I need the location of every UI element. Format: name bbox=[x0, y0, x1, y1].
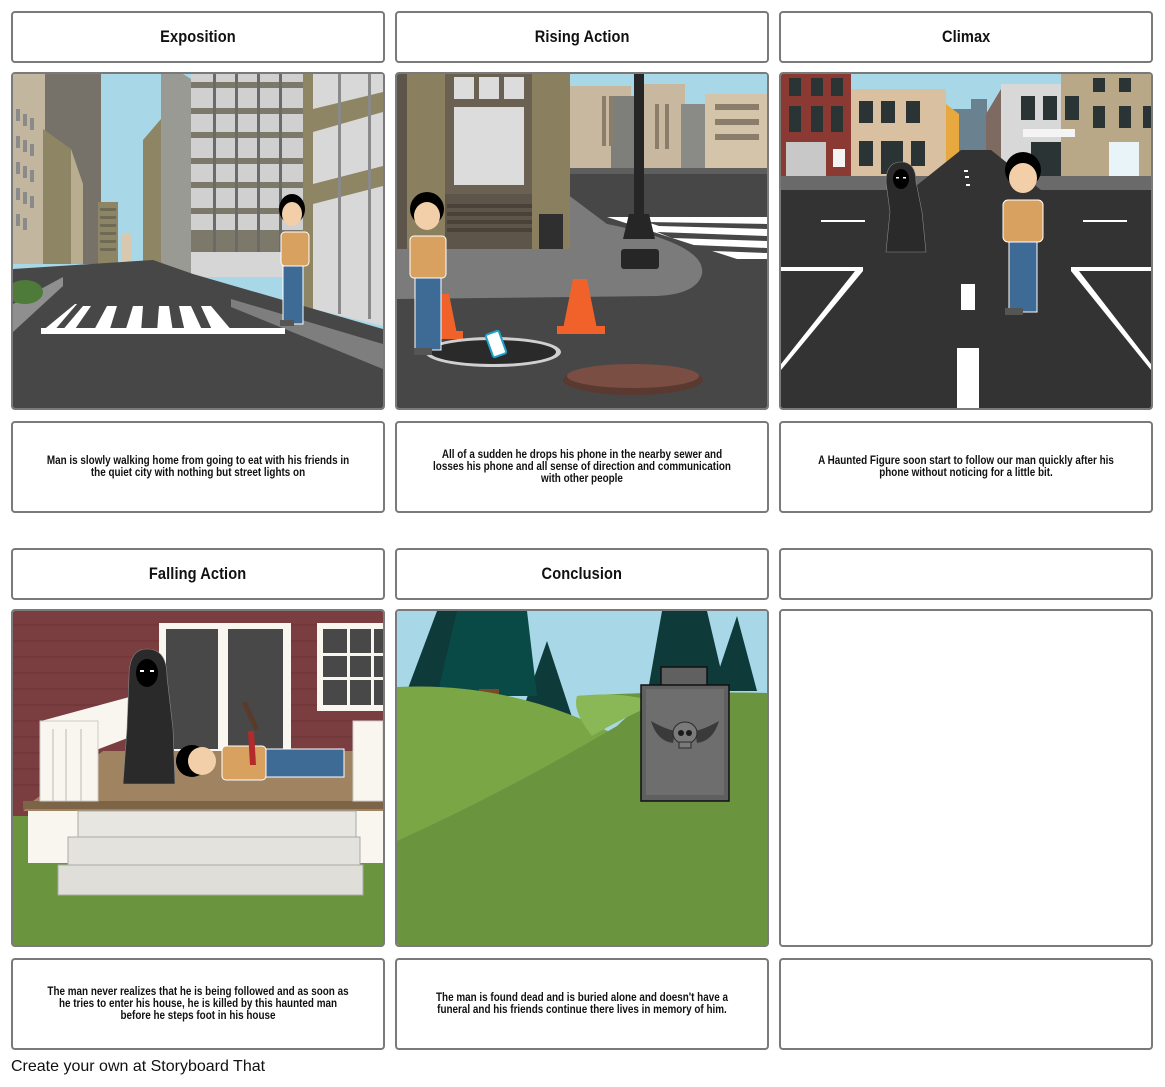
cell-title-text: Exposition bbox=[160, 27, 236, 46]
cell-title-text: Falling Action bbox=[149, 564, 247, 583]
cell-title-5[interactable]: Conclusion bbox=[395, 548, 769, 600]
cell-description-1[interactable]: Man is slowly walking home from going to… bbox=[11, 421, 385, 513]
cell-description-2[interactable]: All of a sudden he drops his phone in th… bbox=[395, 421, 769, 513]
walking-man bbox=[1002, 152, 1044, 315]
street-corner-illustration bbox=[397, 74, 767, 408]
cell-description-text: The man is found dead and is buried alon… bbox=[436, 992, 728, 1016]
house-porch-illustration bbox=[13, 611, 383, 945]
grave-hill-illustration bbox=[397, 611, 767, 945]
cell-description-text: Man is slowly walking home from going to… bbox=[46, 455, 350, 479]
storyboard-that-footer-link[interactable]: Create your own at Storyboard That bbox=[11, 1058, 265, 1076]
scene-climax[interactable] bbox=[779, 72, 1153, 410]
cell-description-4[interactable]: The man never realizes that he is being … bbox=[11, 958, 385, 1050]
scene-conclusion[interactable] bbox=[395, 609, 769, 947]
city-street-illustration bbox=[13, 74, 383, 408]
cell-title-2[interactable]: Rising Action bbox=[395, 11, 769, 63]
cell-description-text: A Haunted Figure soon start to follow ou… bbox=[818, 455, 1114, 479]
cell-title-4[interactable]: Falling Action bbox=[11, 548, 385, 600]
cell-description-text: All of a sudden he drops his phone in th… bbox=[433, 449, 731, 485]
scene-empty[interactable] bbox=[779, 609, 1153, 947]
intersection-illustration bbox=[781, 74, 1151, 408]
scene-falling-action[interactable] bbox=[11, 609, 385, 947]
scene-rising-action[interactable] bbox=[395, 72, 769, 410]
cell-description-3[interactable]: A Haunted Figure soon start to follow ou… bbox=[779, 421, 1153, 513]
cell-description-5[interactable]: The man is found dead and is buried alon… bbox=[395, 958, 769, 1050]
cell-title-1[interactable]: Exposition bbox=[11, 11, 385, 63]
scene-exposition[interactable] bbox=[11, 72, 385, 410]
cell-description-6[interactable] bbox=[779, 958, 1153, 1050]
cell-title-text: Rising Action bbox=[534, 27, 630, 46]
cell-title-text: Climax bbox=[941, 27, 991, 46]
cell-title-3[interactable]: Climax bbox=[779, 11, 1153, 63]
cell-title-6[interactable] bbox=[779, 548, 1153, 600]
walking-man bbox=[409, 192, 447, 355]
cell-description-text: The man never realizes that he is being … bbox=[47, 986, 349, 1022]
gravestone bbox=[640, 666, 730, 802]
cell-title-text: Conclusion bbox=[541, 564, 623, 583]
